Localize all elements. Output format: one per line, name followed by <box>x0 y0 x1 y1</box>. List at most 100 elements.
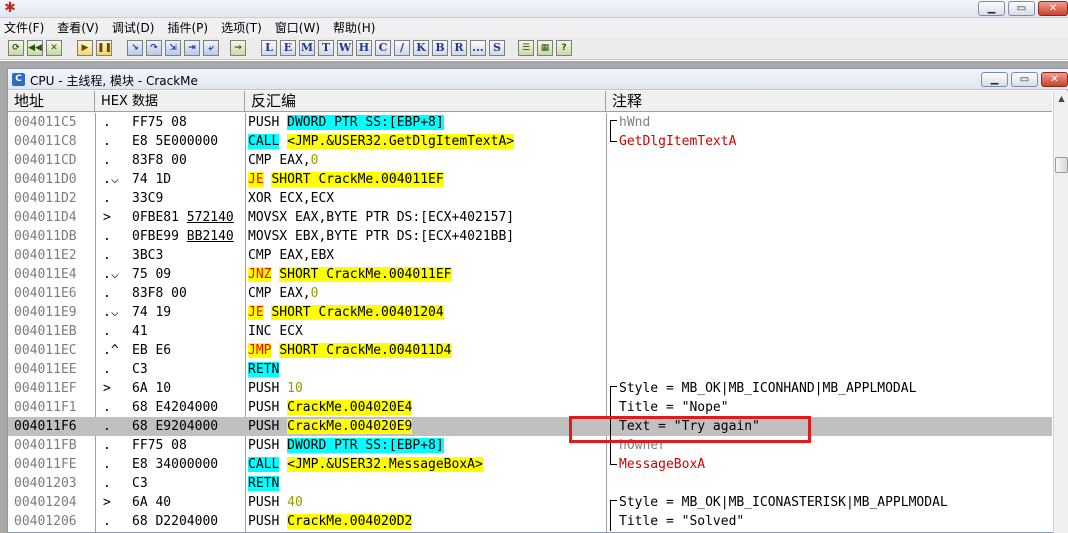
grid-icon[interactable]: ▦ <box>537 40 553 56</box>
comment-text: Title = "Nope" <box>619 400 729 415</box>
disassembly-row[interactable]: 004011CD. 83F8 00 CMP EAX,0 <box>8 151 1052 170</box>
column-header-hex[interactable]: HEX 数据 <box>95 91 245 112</box>
disassembly-row[interactable]: 004011EC .^ EB E6 JMP SHORT CrackMe.004011D… <box>8 341 1052 360</box>
disassembly-row[interactable]: 004011DB. 0FBE99 BB2140 MOVSX EBX,BYTE PTR… <box>8 227 1052 246</box>
toolbar-button-w[interactable]: W <box>337 40 353 56</box>
scroll-thumb[interactable] <box>1055 157 1068 173</box>
execute-till-return-icon[interactable]: ⤶ <box>203 40 219 56</box>
toolbar-button-k[interactable]: K <box>413 40 429 56</box>
menu-item-6[interactable]: 帮助(H) <box>333 19 375 36</box>
row-hex-operand: 00 <box>171 286 187 301</box>
toolbar-button-m[interactable]: M <box>299 40 315 56</box>
trace-over-icon[interactable]: ⇥ <box>184 40 200 56</box>
row-opcode: PUSH <box>248 115 280 130</box>
disassembly-row[interactable]: 004011E6. 83F8 00 CMP EAX,0 <box>8 284 1052 303</box>
toolbar-button-h[interactable]: H <box>356 40 372 56</box>
menu-item-4[interactable]: 选项(T) <box>221 19 262 36</box>
row-disassembly: JMP SHORT CrackMe.004011D4 <box>248 341 604 360</box>
toolbar-button-b[interactable]: B <box>432 40 448 56</box>
toolbar-button-c[interactable]: C <box>375 40 391 56</box>
row-comment: Title = "Solved" <box>610 512 1050 531</box>
disassembly-row[interactable]: 004011D2. 33C9 XOR ECX,ECX <box>8 189 1052 208</box>
disassembly-row-selected[interactable]: 004011F6. 68 E9204000 PUSH CrackMe.004020E… <box>8 417 1052 436</box>
close-button[interactable]: ✕ <box>1038 1 1068 16</box>
disassembly-row[interactable]: 004011C5. FF75 08 PUSH DWORD PTR SS:[EBP+8… <box>8 113 1052 132</box>
row-hex-operand: BB2140 <box>186 229 234 244</box>
disassembly-row[interactable]: 004011EF >6A 10 PUSH 10 Style = MB_OK|MB_IC… <box>8 379 1052 398</box>
row-address: 004011E2 <box>14 248 77 263</box>
disassembly-row[interactable]: 004011EE. C3 RETN <box>8 360 1052 379</box>
list-icon[interactable]: ☰ <box>518 40 534 56</box>
toolbar-button-r[interactable]: R <box>451 40 467 56</box>
disassembly-row[interactable]: 004011E4 .⌵ 75 09 JNZ SHORT CrackMe.004011E… <box>8 265 1052 284</box>
row-jump-marker: . <box>103 438 111 453</box>
toolbar-button-e[interactable]: E <box>280 40 296 56</box>
row-opcode: MOVSX <box>248 210 288 225</box>
disassembly-row[interactable]: 004011E9 .⌵ 74 19 JE SHORT CrackMe.00401204 <box>8 303 1052 322</box>
maximize-button[interactable]: ▭ <box>1008 1 1035 16</box>
row-operand: SHORT CrackMe.00401204 <box>271 305 444 320</box>
toolbar-button-more[interactable]: ... <box>470 40 486 56</box>
ollydbg-bug-icon[interactable]: ✱ <box>1 0 19 16</box>
disassembly-row[interactable]: 00401206. 68 D2204000 PUSH CrackMe.004020D… <box>8 512 1052 531</box>
scroll-up-arrow-icon[interactable]: ▲ <box>1055 92 1068 105</box>
cpu-maximize-button[interactable]: ▭ <box>1011 72 1038 87</box>
row-address: 004011FE <box>14 457 77 472</box>
disassembly-row[interactable]: 00401204 >6A 40 PUSH 40 Style = MB_OK|MB_IC… <box>8 493 1052 512</box>
disassembly-row[interactable]: 004011F1. 68 E4204000 PUSH CrackMe.004020E… <box>8 398 1052 417</box>
disassembly-row[interactable]: 004011EB. 41 INC ECX <box>8 322 1052 341</box>
goto-icon[interactable]: → <box>230 40 246 56</box>
menu-item-0[interactable]: 文件(F) <box>4 19 44 36</box>
pause-icon[interactable]: ❚❚ <box>96 40 112 56</box>
disassembly-row[interactable]: 004011FB. FF75 08 PUSH DWORD PTR SS:[EBP+8… <box>8 436 1052 455</box>
row-opcode: RETN <box>248 476 280 491</box>
menu-item-5[interactable]: 窗口(W) <box>275 19 320 36</box>
menu-item-3[interactable]: 插件(P) <box>167 19 208 36</box>
step-into-icon[interactable]: ↘ <box>127 40 143 56</box>
row-comment: Title = "Nope" <box>610 398 1050 417</box>
annotation-highlight-box <box>569 416 811 443</box>
disassembly-row[interactable]: 00401203. C3 RETN <box>8 474 1052 493</box>
column-header-disasm[interactable]: 反汇编 <box>245 91 606 112</box>
trace-into-icon[interactable]: ⇲ <box>165 40 181 56</box>
column-header-comment[interactable]: 注释 <box>606 91 1052 112</box>
disassembly-row[interactable]: 004011FE. E8 34000000 CALL <JMP.&USER32.Me… <box>8 455 1052 474</box>
row-jump-marker: > <box>103 210 111 225</box>
comment-text: MessageBoxA <box>619 457 706 472</box>
row-hex-operand: E6 <box>155 343 172 358</box>
row-operand: ECX <box>279 324 303 339</box>
minimize-button[interactable]: ▁ <box>978 1 1005 16</box>
toolbar-button-slash[interactable]: / <box>394 40 410 56</box>
row-hex-operand: 1D <box>155 172 172 187</box>
disassembly-pane[interactable]: 004011C5. FF75 08 PUSH DWORD PTR SS:[EBP+8… <box>8 113 1052 533</box>
vertical-scrollbar[interactable]: ▲ <box>1053 91 1068 533</box>
toolbar-button-l[interactable]: L <box>261 40 277 56</box>
run-icon[interactable]: ▶ <box>77 40 93 56</box>
cpu-close-button[interactable]: ✕ <box>1041 72 1068 87</box>
row-opcode: CALL <box>248 457 280 472</box>
comment-text: Style = MB_OK|MB_ICONASTERISK|MB_APPLMOD… <box>619 495 948 510</box>
cpu-minimize-button[interactable]: ▁ <box>981 72 1008 87</box>
column-header-address[interactable]: 地址 <box>8 91 95 112</box>
rewind-icon[interactable]: ◀◀ <box>27 40 43 56</box>
disassembly-row[interactable]: 004011C8. E8 5E000000 CALL <JMP.&USER32.Ge… <box>8 132 1052 151</box>
menu-item-2[interactable]: 调试(D) <box>112 19 155 36</box>
restart-icon[interactable]: ⟳ <box>8 40 24 56</box>
disassembly-row[interactable]: 004011E2. 3BC3 CMP EAX,EBX <box>8 246 1052 265</box>
close-process-icon[interactable]: ✕ <box>46 40 62 56</box>
row-disassembly: PUSH 40 <box>248 493 604 512</box>
help-icon[interactable]: ? <box>556 40 572 56</box>
disassembly-row[interactable]: 004011D4 >0FBE81 572140 MOVSX EAX,BYTE PTR… <box>8 208 1052 227</box>
menu-item-1[interactable]: 查看(V) <box>57 19 99 36</box>
comment-bracket <box>610 132 617 142</box>
disassembly-row[interactable]: 004011D0 .⌵ 74 1D JE SHORT CrackMe.004011EF <box>8 170 1052 189</box>
row-jump-marker: . <box>103 362 111 377</box>
toolbar-button-s[interactable]: S <box>489 40 505 56</box>
cpu-window-titlebar[interactable]: C CPU - 主线程, 模块 - CrackMe ▁ ▭ ✕ <box>8 69 1068 90</box>
row-operand: CrackMe.004020E4 <box>287 400 413 415</box>
row-opcode: JMP <box>248 343 272 358</box>
app-titlebar: ✱ ▁ ▭ ✕ <box>0 0 1068 18</box>
row-jump-marker: . <box>103 286 111 301</box>
toolbar-button-t[interactable]: T <box>318 40 334 56</box>
step-over-icon[interactable]: ↷ <box>146 40 162 56</box>
